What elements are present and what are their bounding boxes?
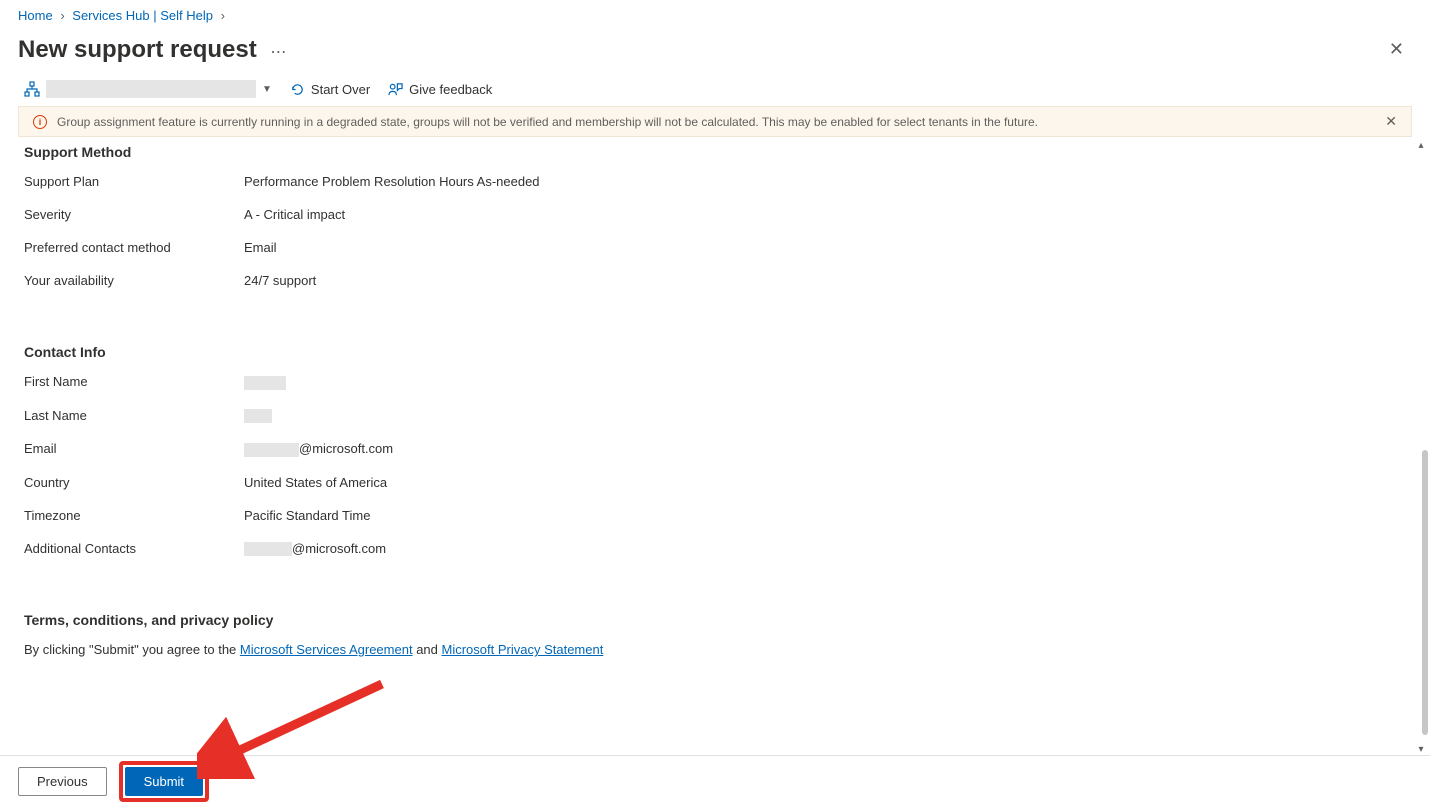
support-method-heading: Support Method xyxy=(24,144,1412,160)
services-agreement-link[interactable]: Microsoft Services Agreement xyxy=(240,642,413,657)
footer: Previous Submit xyxy=(0,755,1430,807)
field-row: TimezonePacific Standard Time xyxy=(24,508,1412,523)
field-row: Preferred contact methodEmail xyxy=(24,240,1412,255)
field-value xyxy=(244,408,272,424)
breadcrumb: Home › Services Hub | Self Help › xyxy=(0,0,1430,31)
field-row: Your availability24/7 support xyxy=(24,273,1412,288)
info-warning-icon: i xyxy=(33,115,47,129)
scroll-down-icon[interactable]: ▾ xyxy=(1418,744,1423,755)
start-over-label: Start Over xyxy=(311,82,370,97)
field-row: Support PlanPerformance Problem Resoluti… xyxy=(24,174,1412,189)
field-value xyxy=(244,374,286,390)
field-row: Email@microsoft.com xyxy=(24,441,1412,457)
chevron-right-icon: › xyxy=(60,8,64,23)
privacy-statement-link[interactable]: Microsoft Privacy Statement xyxy=(442,642,604,657)
terms-heading: Terms, conditions, and privacy policy xyxy=(24,612,1412,628)
page-title: New support request xyxy=(18,36,257,64)
field-label: Severity xyxy=(24,207,244,222)
field-label: Email xyxy=(24,441,244,457)
warning-text: Group assignment feature is currently ru… xyxy=(57,115,1038,129)
give-feedback-label: Give feedback xyxy=(409,82,492,97)
terms-text: By clicking "Submit" you agree to the Mi… xyxy=(24,642,1412,657)
field-row: SeverityA - Critical impact xyxy=(24,207,1412,222)
dismiss-banner-icon[interactable]: ✕ xyxy=(1385,113,1397,130)
field-value: Email xyxy=(244,240,277,255)
field-value: @microsoft.com xyxy=(244,441,393,457)
hierarchy-icon xyxy=(24,81,40,97)
field-value: 24/7 support xyxy=(244,273,316,288)
breadcrumb-home[interactable]: Home xyxy=(18,8,53,23)
scope-selector[interactable]: ▼ xyxy=(24,80,272,98)
redacted-value xyxy=(244,409,272,423)
start-over-button[interactable]: Start Over xyxy=(290,82,370,97)
contact-info-heading: Contact Info xyxy=(24,344,1412,360)
field-label: Country xyxy=(24,475,244,490)
scope-value-redacted xyxy=(46,80,256,98)
field-label: Preferred contact method xyxy=(24,240,244,255)
breadcrumb-serviceshub[interactable]: Services Hub | Self Help xyxy=(72,8,213,23)
field-label: Last Name xyxy=(24,408,244,424)
field-row: CountryUnited States of America xyxy=(24,475,1412,490)
field-label: Your availability xyxy=(24,273,244,288)
refresh-icon xyxy=(290,82,305,97)
redacted-value xyxy=(244,443,299,457)
field-value: United States of America xyxy=(244,475,387,490)
redacted-value xyxy=(244,376,286,390)
toolbar: ▼ Start Over Give feedback xyxy=(0,72,1430,106)
give-feedback-button[interactable]: Give feedback xyxy=(388,82,492,97)
submit-highlight-annotation: Submit xyxy=(119,761,209,802)
field-value: Performance Problem Resolution Hours As-… xyxy=(244,174,540,189)
chevron-right-icon: › xyxy=(221,8,225,23)
field-label: Support Plan xyxy=(24,174,244,189)
field-value: A - Critical impact xyxy=(244,207,345,222)
field-row: Additional Contacts@microsoft.com xyxy=(24,541,1412,557)
field-value: Pacific Standard Time xyxy=(244,508,370,523)
field-label: First Name xyxy=(24,374,244,390)
feedback-icon xyxy=(388,82,403,97)
more-actions-icon[interactable]: ⋯ xyxy=(270,44,286,61)
field-row: First Name xyxy=(24,374,1412,390)
warning-banner: i Group assignment feature is currently … xyxy=(18,106,1412,137)
previous-button[interactable]: Previous xyxy=(18,767,107,796)
content-area: Support Method Support PlanPerformance P… xyxy=(0,140,1412,755)
scroll-thumb[interactable] xyxy=(1422,450,1428,735)
scroll-up-icon[interactable]: ▴ xyxy=(1418,140,1423,151)
field-label: Additional Contacts xyxy=(24,541,244,557)
close-icon[interactable]: ✕ xyxy=(1381,35,1412,64)
field-label: Timezone xyxy=(24,508,244,523)
redacted-value xyxy=(244,542,292,556)
field-value: @microsoft.com xyxy=(244,541,386,557)
submit-button[interactable]: Submit xyxy=(125,767,203,796)
field-row: Last Name xyxy=(24,408,1412,424)
chevron-down-icon: ▼ xyxy=(262,84,272,95)
